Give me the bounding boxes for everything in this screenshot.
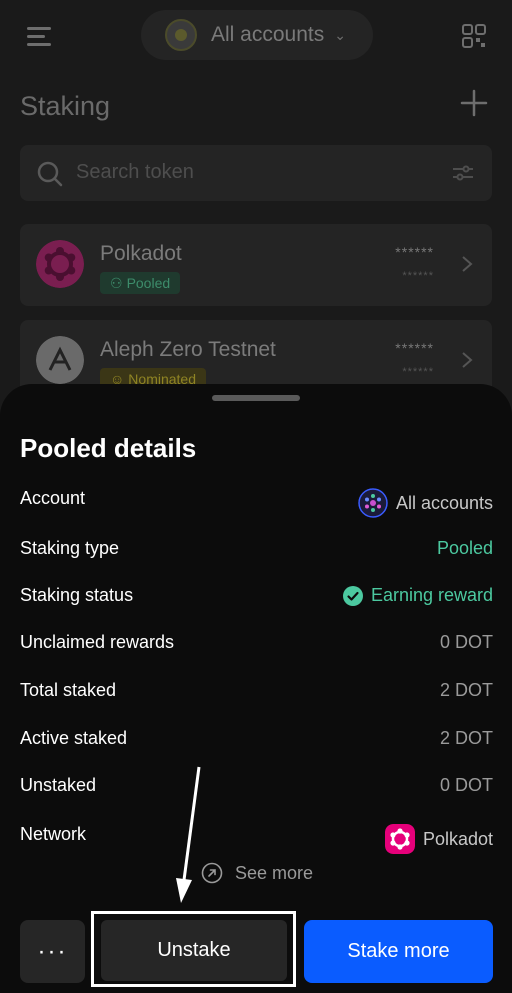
- account-avatar: [165, 19, 197, 51]
- detail-row-network: Network Polkadot: [20, 820, 493, 854]
- detail-label: Network: [20, 824, 87, 844]
- unstake-button[interactable]: Unstake: [101, 920, 287, 981]
- token-row-polkadot[interactable]: Polkadot ⚇ Pooled ****** ******: [20, 224, 492, 306]
- detail-value: Earning reward: [342, 585, 493, 606]
- detail-value: All accounts: [358, 488, 493, 518]
- detail-row-account: Account All accounts: [20, 484, 493, 518]
- see-more-label: See more: [235, 862, 314, 883]
- polkadot-logo-icon: [36, 240, 84, 288]
- detail-value: 0 DOT: [439, 775, 493, 795]
- token-balance: ******: [395, 340, 434, 356]
- detail-row-staking-type: Staking type Pooled: [20, 534, 493, 564]
- detail-row-unclaimed-rewards: Unclaimed rewards 0 DOT: [20, 628, 493, 658]
- detail-row-staking-status: Staking status Earning reward: [20, 581, 493, 611]
- filter-icon[interactable]: [452, 163, 474, 183]
- account-selector[interactable]: All accounts ⌄: [141, 10, 373, 60]
- detail-label: Unclaimed rewards: [20, 632, 175, 652]
- token-balance: ******: [395, 244, 434, 260]
- add-icon[interactable]: [459, 88, 489, 118]
- network-value: Polkadot: [422, 828, 493, 849]
- search-input[interactable]: Search token: [76, 161, 194, 184]
- check-circle-icon: [342, 585, 363, 606]
- detail-value: 0 DOT: [439, 632, 493, 652]
- sheet-title: Pooled details: [20, 433, 197, 463]
- search-bar[interactable]: Search token: [20, 145, 492, 201]
- detail-label: Staking type: [20, 538, 120, 558]
- chevron-right-icon: [462, 352, 473, 368]
- more-options-button[interactable]: ···: [20, 920, 85, 983]
- detail-label: Active staked: [20, 728, 128, 748]
- stake-more-button[interactable]: Stake more: [304, 920, 493, 983]
- page-title: Staking: [20, 91, 111, 121]
- sheet-drag-handle[interactable]: [212, 395, 300, 401]
- detail-row-total-staked: Total staked 2 DOT: [20, 676, 493, 706]
- badge-label: Pooled: [126, 275, 171, 291]
- token-name: Polkadot: [100, 242, 182, 265]
- token-fiat-balance: ******: [402, 270, 434, 282]
- group-icon: ⚇: [110, 274, 123, 291]
- detail-label: Account: [20, 488, 86, 508]
- token-fiat-balance: ******: [402, 366, 434, 378]
- external-link-icon: [201, 862, 223, 884]
- account-selector-label: All accounts: [211, 23, 325, 46]
- chevron-down-icon: ⌄: [334, 26, 346, 43]
- see-more-link[interactable]: See more: [201, 862, 313, 884]
- chevron-right-icon: [462, 256, 473, 272]
- detail-value: Pooled: [436, 538, 493, 558]
- qr-code-icon[interactable]: [462, 24, 486, 48]
- detail-label: Unstaked: [20, 775, 97, 795]
- top-bar: All accounts ⌄: [0, 10, 512, 62]
- detail-value: 2 DOT: [439, 680, 493, 700]
- detail-label: Staking status: [20, 585, 134, 605]
- detail-value: Polkadot: [384, 824, 493, 854]
- polkadot-network-icon: [384, 824, 415, 854]
- detail-label: Total staked: [20, 680, 117, 700]
- pooled-badge: ⚇ Pooled: [100, 272, 181, 294]
- pooled-details-sheet: Pooled details Account All accounts Stak…: [0, 384, 512, 993]
- menu-icon[interactable]: [27, 27, 53, 47]
- detail-row-unstaked: Unstaked 0 DOT: [20, 771, 493, 801]
- detail-value: 2 DOT: [439, 728, 493, 748]
- token-name: Aleph Zero Testnet: [100, 338, 276, 361]
- all-accounts-icon: [358, 488, 388, 518]
- account-value: All accounts: [395, 492, 493, 513]
- detail-row-active-staked: Active staked 2 DOT: [20, 724, 493, 754]
- search-icon: [37, 161, 63, 187]
- status-value: Earning reward: [370, 585, 493, 605]
- aleph-zero-logo-icon: [36, 336, 84, 384]
- unstake-highlight-box: Unstake: [91, 911, 296, 987]
